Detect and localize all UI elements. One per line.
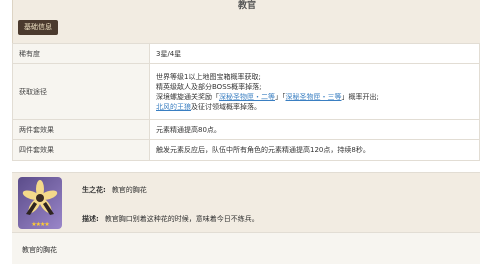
info-table: 稀有度 3星/4星 获取途径 世界等级1以上地图宝箱概率获取; 精英级敌人及部分… bbox=[12, 43, 480, 161]
source-line-3-mid: 」「 bbox=[275, 92, 286, 101]
description-value: 教官胸口别着这种花的时候，意味着今日不练兵。 bbox=[104, 215, 259, 223]
slot-row: 生之花: 教官的胸花 bbox=[82, 185, 147, 195]
link-chest-tier2[interactable]: 深秘圣物匣・二等 bbox=[219, 93, 275, 101]
source-line-3-prefix: 深境螺旋通关奖励「 bbox=[156, 92, 219, 101]
source-line-4-suffix: 及征讨领域概率掉落。 bbox=[191, 102, 261, 111]
rarity-value: 3星/4星 bbox=[149, 43, 480, 64]
four-piece-label: 四件套效果 bbox=[12, 139, 150, 161]
page-title: 教官 bbox=[237, 1, 256, 11]
item-footer: 教官的胸花 bbox=[12, 232, 480, 264]
two-piece-value: 元素精通提高80点。 bbox=[149, 119, 480, 140]
table-row: 稀有度 3星/4星 bbox=[12, 43, 480, 64]
slot-label: 生之花: bbox=[82, 186, 106, 194]
table-row: 四件套效果 触发元素反应后，队伍中所有角色的元素精通提高120点，持续8秒。 bbox=[12, 139, 480, 161]
source-line-2: 精英级敌人及部分BOSS概率掉落; bbox=[156, 82, 262, 91]
footer-item-name: 教官的胸花 bbox=[22, 246, 57, 254]
link-chest-tier3[interactable]: 深秘圣物匣・三等 bbox=[286, 93, 342, 101]
four-piece-value: 触发元素反应后，队伍中所有角色的元素精通提高120点，持续8秒。 bbox=[149, 139, 480, 161]
description-label: 描述: bbox=[82, 215, 99, 223]
artifact-card: ★★★★ 生之花: 教官的胸花 描述: 教官胸口别着这种花的时候，意味着今日不练兵。 bbox=[12, 172, 480, 233]
rarity-stars: ★★★★ bbox=[31, 221, 50, 228]
source-line-4: 北风的王狼及征讨领域概率掉落。 bbox=[156, 102, 473, 112]
table-row: 两件套效果 元素精通提高80点。 bbox=[12, 119, 480, 140]
source-line-3-suffix: 」概率开出; bbox=[341, 92, 379, 101]
source-line-1: 世界等级1以上地图宝箱概率获取; bbox=[156, 72, 261, 81]
description-row: 描述: 教官胸口别着这种花的时候，意味着今日不练兵。 bbox=[82, 214, 259, 224]
table-row: 获取途径 世界等级1以上地图宝箱概率获取; 精英级敌人及部分BOSS概率掉落; … bbox=[12, 63, 480, 120]
rarity-label: 稀有度 bbox=[12, 43, 150, 64]
tab-basic-info[interactable]: 基础信息 bbox=[18, 20, 58, 35]
source-value: 世界等级1以上地图宝箱概率获取; 精英级敌人及部分BOSS概率掉落; 深境螺旋通… bbox=[149, 63, 480, 120]
source-line-3: 深境螺旋通关奖励「深秘圣物匣・二等」「深秘圣物匣・三等」概率开出; bbox=[156, 92, 473, 102]
two-piece-label: 两件套效果 bbox=[12, 119, 150, 140]
source-label: 获取途径 bbox=[12, 63, 150, 120]
page-header: 教官 基础信息 bbox=[12, 0, 480, 43]
link-wolf-boss[interactable]: 北风的王狼 bbox=[156, 103, 191, 111]
artifact-icon-frame: ★★★★ bbox=[18, 177, 62, 229]
slot-value: 教官的胸花 bbox=[111, 186, 147, 194]
